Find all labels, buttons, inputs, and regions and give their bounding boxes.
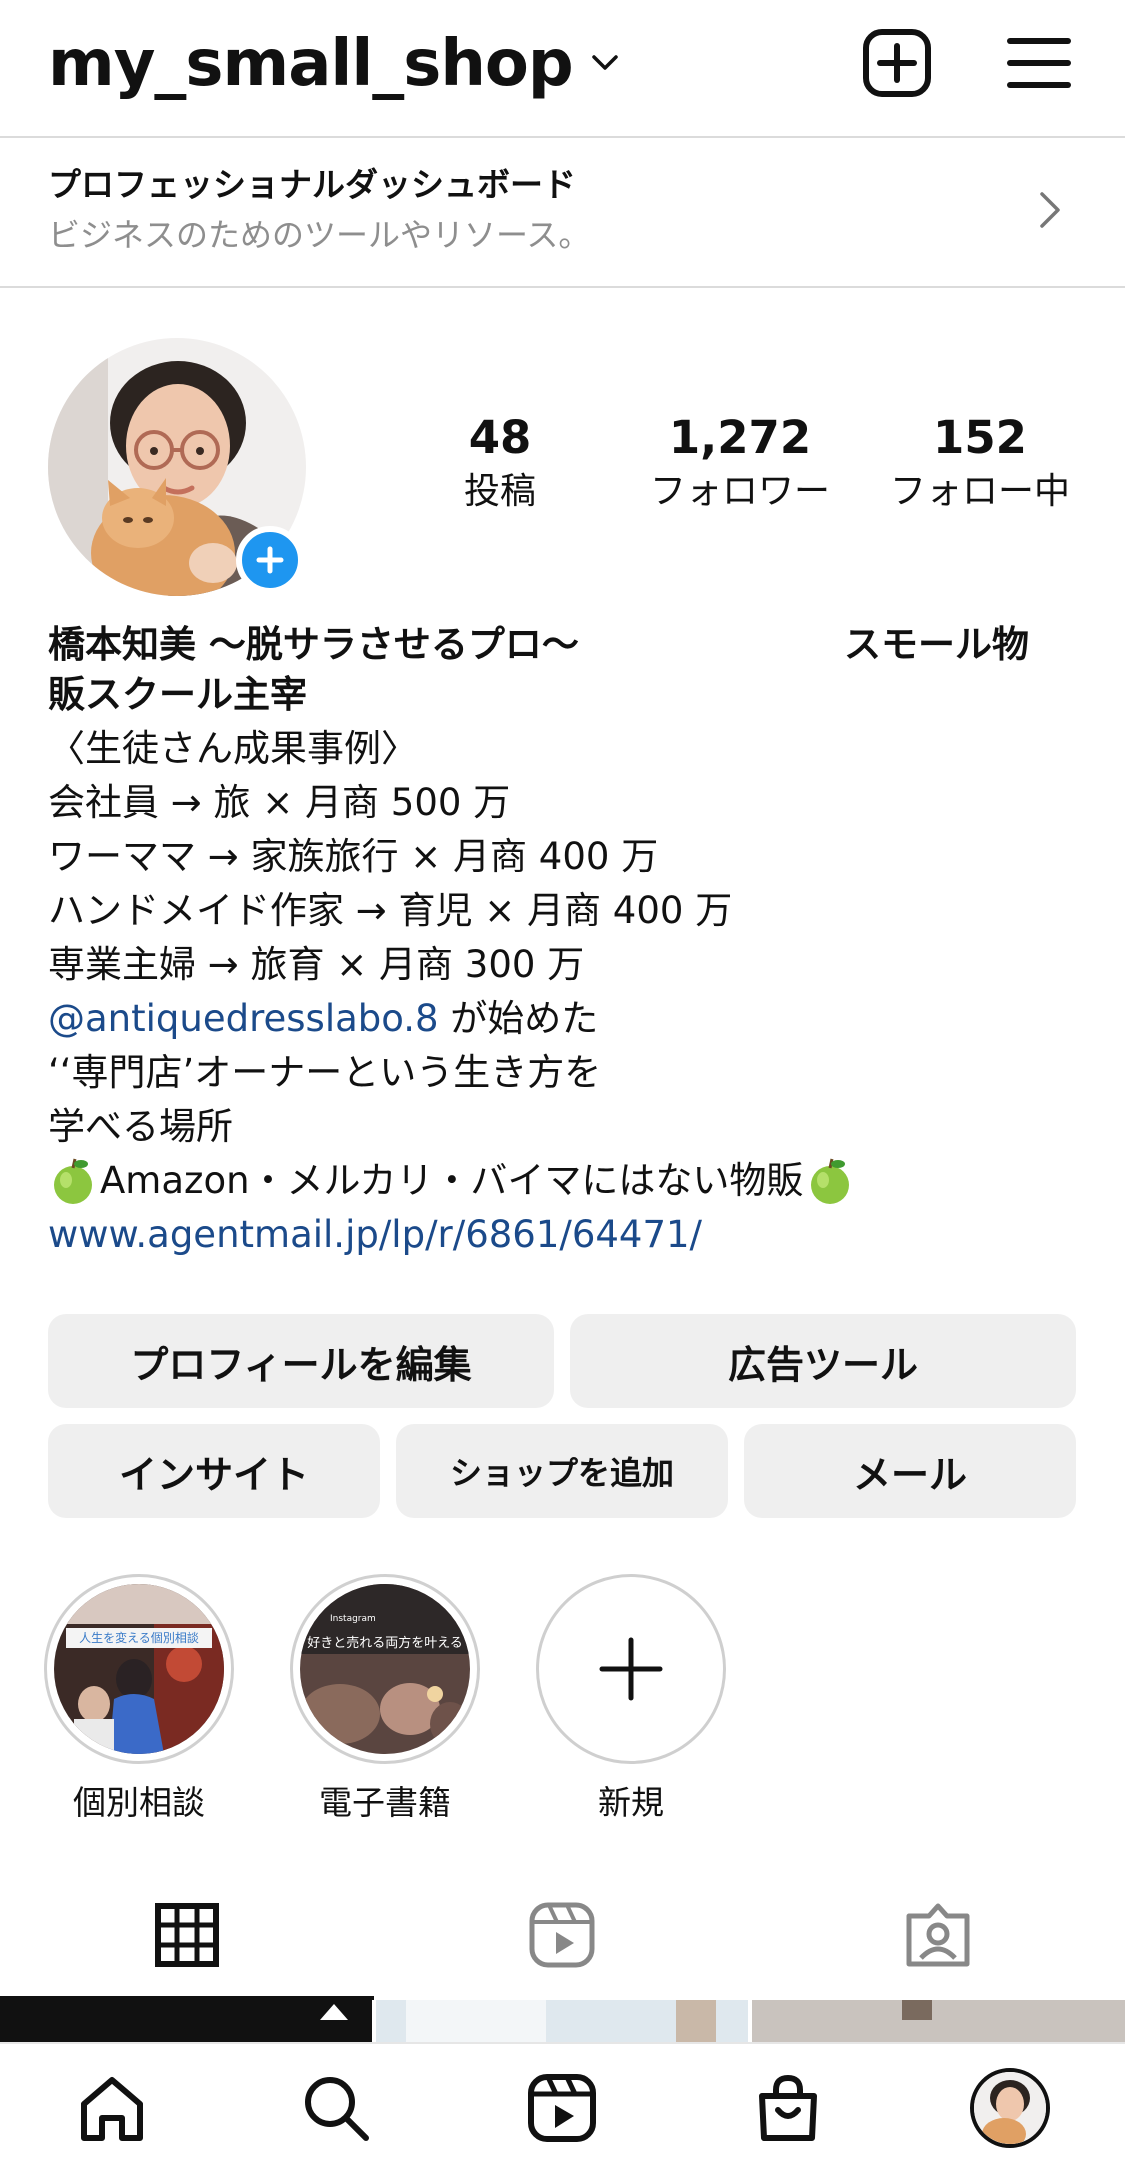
new-post-icon xyxy=(863,29,931,97)
bio-line: 〈生徒さん成果事例〉 xyxy=(48,727,418,770)
highlight-ebook[interactable]: Instagram 好きと売れる両方を叶える xyxy=(290,1574,480,1764)
dashboard-subtitle: ビジネスのためのツールやリソース。 xyxy=(48,216,591,254)
mention-link[interactable]: @antiquedresslabo.8 xyxy=(48,997,439,1040)
dashboard-title: プロフェッショナルダッシュボード xyxy=(48,165,576,204)
caret-up-icon xyxy=(320,2004,348,2020)
stat-followers[interactable]: 1,272 フォロワー xyxy=(630,408,850,516)
highlight-caption: 人生を変える個別相談 xyxy=(66,1628,212,1648)
new-post-button[interactable] xyxy=(858,24,936,102)
stat-label: フォロー中 xyxy=(889,471,1070,512)
green-apple-icon xyxy=(811,1158,850,1204)
plus-icon xyxy=(599,1637,663,1701)
tagged-icon[interactable] xyxy=(903,1900,973,1970)
ad-tools-button[interactable]: 広告ツール xyxy=(570,1314,1076,1408)
search-icon[interactable] xyxy=(300,2072,372,2144)
account-username[interactable]: my_small_shop xyxy=(48,22,574,106)
reels-icon[interactable] xyxy=(526,2072,598,2144)
stat-value: 48 xyxy=(468,411,532,464)
dashboard-divider xyxy=(0,286,1125,288)
bio-line: 学べる場所 xyxy=(48,1105,233,1148)
bio-line: ‘‘専門店’オーナーという生き方を xyxy=(48,1051,602,1094)
bio-name-line-1-right: スモール物 xyxy=(844,623,1029,666)
highlight-cover: 人生を変える個別相談 xyxy=(54,1584,224,1754)
grid-icon[interactable] xyxy=(152,1900,222,1970)
bio-line: ハンドメイド作家 → 育児 × 月商 400 万 xyxy=(48,889,733,932)
mail-button[interactable]: メール xyxy=(744,1424,1076,1518)
stat-posts[interactable]: 48 投稿 xyxy=(390,408,610,516)
shop-icon[interactable] xyxy=(752,2072,824,2144)
edit-profile-button[interactable]: プロフィールを編集 xyxy=(48,1314,554,1408)
green-apple-icon xyxy=(54,1158,92,1204)
chevron-right-icon[interactable] xyxy=(1030,188,1070,232)
chevron-down-icon[interactable] xyxy=(588,46,622,80)
highlight-label: 個別相談 xyxy=(73,1783,205,1822)
stat-label: 投稿 xyxy=(463,471,536,512)
stat-following[interactable]: 152 フォロー中 xyxy=(870,408,1090,516)
post-thumbnail[interactable] xyxy=(376,2000,748,2042)
bio-apple-text: Amazon・メルカリ・バイマにはない物販 xyxy=(100,1159,804,1202)
home-icon[interactable] xyxy=(76,2072,148,2144)
add-story-button[interactable] xyxy=(236,526,304,594)
stat-label: フォロワー xyxy=(649,471,830,512)
menu-icon xyxy=(1007,38,1071,88)
highlight-label: 新規 xyxy=(598,1783,664,1822)
bio-apple-line: Amazon・メルカリ・バイマにはない物販 xyxy=(48,1154,1078,1208)
bio-line: ワーママ → 家族旅行 × 月商 400 万 xyxy=(48,835,659,878)
bio-line: 専業主婦 → 旅育 × 月商 300 万 xyxy=(48,943,585,986)
profile-avatar-nav[interactable] xyxy=(970,2068,1050,2148)
plus-icon xyxy=(256,546,284,574)
post-thumbnail[interactable] xyxy=(752,2000,1125,2042)
highlight-consultation[interactable]: 人生を変える個別相談 xyxy=(44,1574,234,1764)
bio-mention-line: @antiquedresslabo.8 が始めた xyxy=(48,992,1078,1046)
mention-suffix: が始めた xyxy=(438,997,599,1040)
bio-line: 会社員 → 旅 × 月商 500 万 xyxy=(48,781,511,824)
stat-value: 1,272 xyxy=(668,411,812,464)
highlight-brand: Instagram xyxy=(330,1614,376,1624)
highlight-caption: 好きと売れる両方を叶える xyxy=(307,1636,463,1651)
bio-name-line-2: 販スクール主宰 xyxy=(48,673,307,716)
bio-website-link[interactable]: www.agentmail.jp/lp/r/6861/64471/ xyxy=(48,1208,1078,1262)
post-thumbnail[interactable] xyxy=(0,2000,372,2042)
highlight-label: 電子書籍 xyxy=(319,1783,451,1822)
highlight-cover: Instagram 好きと売れる両方を叶える xyxy=(300,1584,470,1754)
highlight-new[interactable] xyxy=(536,1574,726,1764)
reels-icon[interactable] xyxy=(527,1900,597,1970)
menu-button[interactable] xyxy=(1000,24,1078,102)
add-shop-button[interactable]: ショップを追加 xyxy=(396,1424,728,1518)
insights-button[interactable]: インサイト xyxy=(48,1424,380,1518)
stat-value: 152 xyxy=(933,411,1027,464)
